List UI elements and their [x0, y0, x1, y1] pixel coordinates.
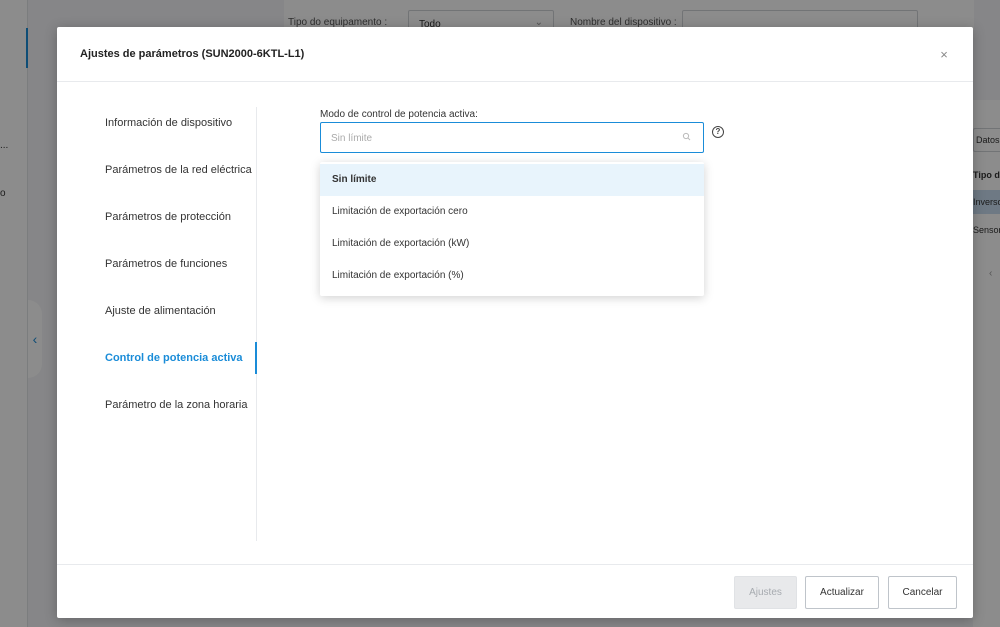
dropdown-option-zero-export[interactable]: Limitación de exportación cero — [320, 196, 704, 228]
dialog-header: Ajustes de parámetros (SUN2000-6KTL-L1) … — [57, 27, 973, 82]
cancel-button[interactable]: Cancelar — [888, 576, 957, 609]
dialog-footer: Ajustes Actualizar Cancelar — [57, 564, 973, 618]
dialog-title: Ajustes de parámetros (SUN2000-6KTL-L1) — [80, 48, 305, 60]
parameter-settings-dialog: Ajustes de parámetros (SUN2000-6KTL-L1) … — [57, 27, 973, 618]
nav-item-protection-parameters[interactable]: Parámetros de protección — [57, 201, 257, 233]
active-power-mode-select[interactable] — [320, 122, 704, 153]
nav-item-time-zone-parameter[interactable]: Parámetro de la zona horaria — [57, 389, 257, 421]
dropdown-option-export-percent[interactable]: Limitación de exportación (%) — [320, 260, 704, 292]
nav-item-active-power-control[interactable]: Control de potencia activa — [57, 342, 257, 374]
nav-item-power-adjustment[interactable]: Ajuste de alimentación — [57, 295, 257, 327]
search-icon — [682, 132, 691, 141]
dropdown-option-no-limit[interactable]: Sin límite — [320, 164, 704, 196]
help-icon[interactable]: ? — [712, 126, 724, 138]
active-power-mode-search-input[interactable] — [331, 131, 671, 145]
apply-settings-button[interactable]: Ajustes — [734, 576, 797, 609]
close-icon[interactable]: × — [936, 47, 952, 63]
dropdown-option-export-kw[interactable]: Limitación de exportación (kW) — [320, 228, 704, 260]
refresh-button[interactable]: Actualizar — [805, 576, 879, 609]
active-power-mode-label: Modo de control de potencia activa: — [320, 109, 478, 120]
nav-item-function-parameters[interactable]: Parámetros de funciones — [57, 248, 257, 280]
settings-nav: Información de dispositivo Parámetros de… — [57, 107, 257, 541]
active-power-mode-dropdown: Sin límite Limitación de exportación cer… — [320, 162, 704, 296]
nav-item-grid-parameters[interactable]: Parámetros de la red eléctrica — [57, 154, 257, 186]
nav-item-device-info[interactable]: Información de dispositivo — [57, 107, 257, 139]
